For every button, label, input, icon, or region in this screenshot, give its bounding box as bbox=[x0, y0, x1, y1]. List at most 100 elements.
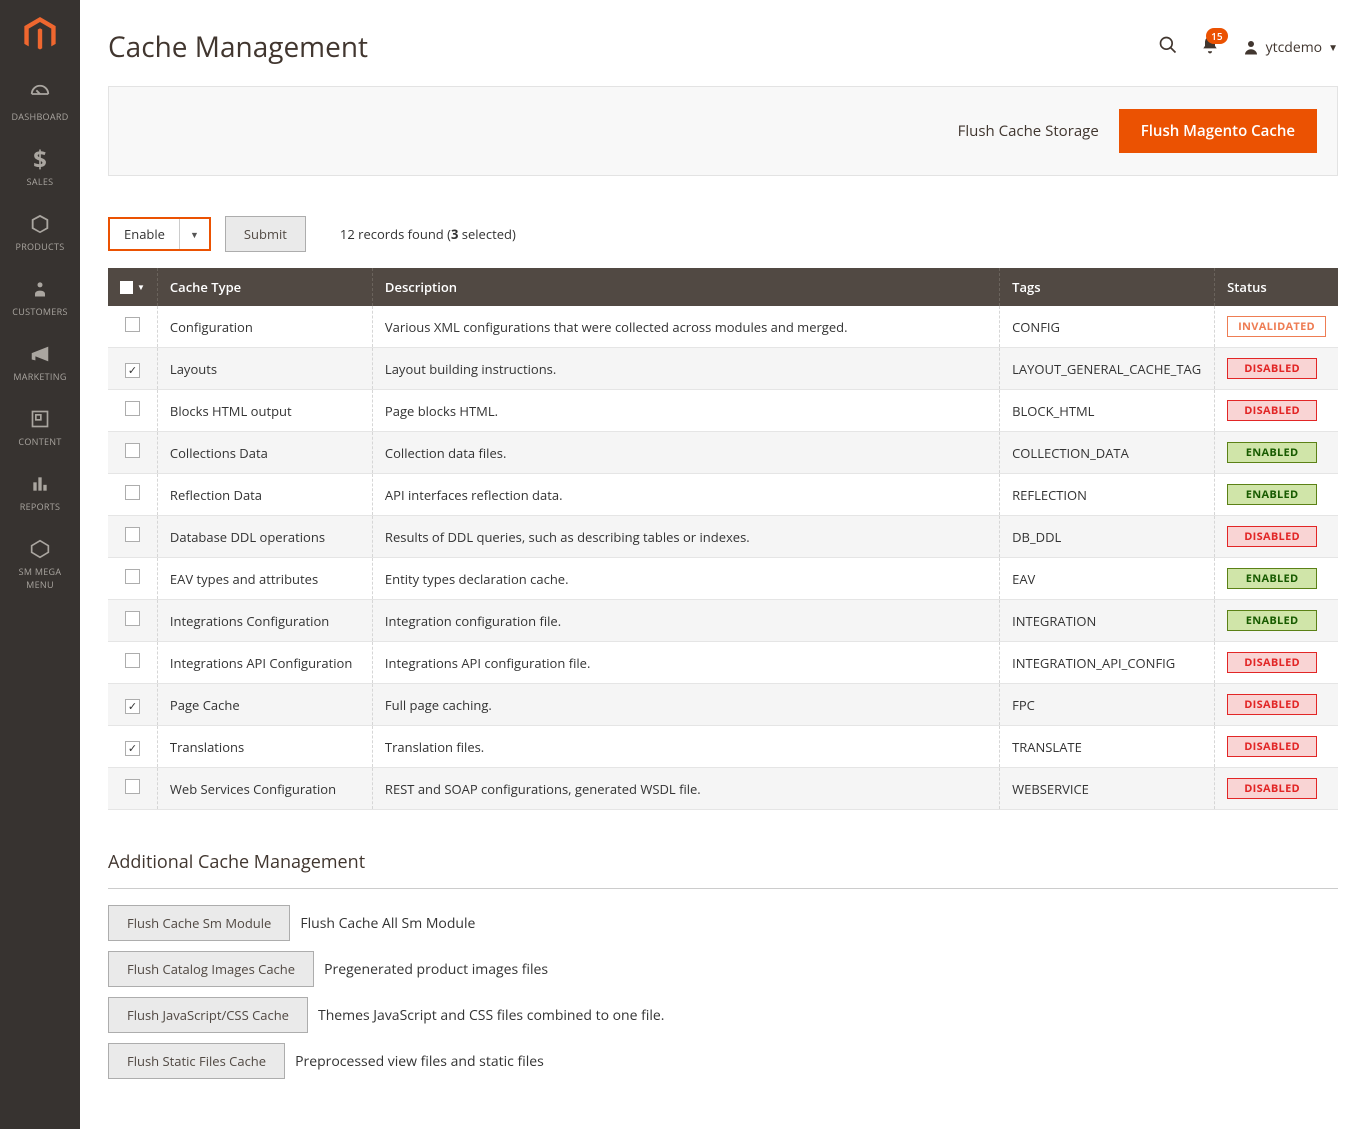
cell-tags: INTEGRATION_API_CONFIG bbox=[1000, 642, 1215, 684]
row-checkbox[interactable] bbox=[125, 653, 140, 668]
cell-description: REST and SOAP configurations, generated … bbox=[372, 768, 999, 810]
cell-cache-type: Blocks HTML output bbox=[157, 390, 372, 432]
nav-item-reports[interactable]: REPORTS bbox=[0, 460, 80, 525]
table-row: Integrations ConfigurationIntegration co… bbox=[108, 600, 1338, 642]
cell-tags: COLLECTION_DATA bbox=[1000, 432, 1215, 474]
nav-item-marketing[interactable]: MARKETING bbox=[0, 330, 80, 395]
username: ytcdemo bbox=[1266, 38, 1323, 57]
chevron-down-icon: ▼ bbox=[1328, 40, 1338, 54]
header-cache-type[interactable]: Cache Type bbox=[157, 268, 372, 306]
table-row: EAV types and attributesEntity types dec… bbox=[108, 558, 1338, 600]
flush-button[interactable]: Flush Catalog Images Cache bbox=[108, 951, 314, 987]
additional-cache-title: Additional Cache Management bbox=[108, 850, 1338, 889]
flush-description: Preprocessed view files and static files bbox=[295, 1052, 544, 1071]
row-checkbox[interactable] bbox=[125, 485, 140, 500]
massaction-select[interactable]: Enable ▼ bbox=[108, 217, 211, 251]
table-row: Integrations API ConfigurationIntegratio… bbox=[108, 642, 1338, 684]
cell-cache-type: Layouts bbox=[157, 348, 372, 390]
user-menu[interactable]: ytcdemo ▼ bbox=[1242, 38, 1338, 57]
header-status[interactable]: Status bbox=[1215, 268, 1338, 306]
cell-tags: FPC bbox=[1000, 684, 1215, 726]
header-tags[interactable]: Tags bbox=[1000, 268, 1215, 306]
header-description[interactable]: Description bbox=[372, 268, 999, 306]
row-checkbox[interactable] bbox=[125, 401, 140, 416]
grid-toolbar: Enable ▼ Submit 12 records found (3 sele… bbox=[108, 216, 1338, 252]
cell-cache-type: Translations bbox=[157, 726, 372, 768]
marketing-icon bbox=[29, 342, 51, 366]
nav-item-products[interactable]: PRODUCTS bbox=[0, 200, 80, 265]
status-badge: DISABLED bbox=[1227, 400, 1317, 421]
row-checkbox[interactable]: ✓ bbox=[125, 699, 140, 714]
flush-button[interactable]: Flush Cache Sm Module bbox=[108, 905, 290, 941]
row-checkbox[interactable]: ✓ bbox=[125, 741, 140, 756]
cell-description: Translation files. bbox=[372, 726, 999, 768]
status-badge: DISABLED bbox=[1227, 736, 1317, 757]
flush-description: Flush Cache All Sm Module bbox=[300, 914, 475, 933]
notifications-icon[interactable]: 15 bbox=[1200, 34, 1220, 61]
cache-grid: ▼ Cache Type Description Tags Status Con… bbox=[108, 268, 1338, 810]
main-content: Cache Management 15 ytcdemo ▼ Flush Cach… bbox=[80, 0, 1366, 1129]
nav-item-sales[interactable]: $SALES bbox=[0, 135, 80, 200]
table-row: ✓ TranslationsTranslation files.TRANSLATE… bbox=[108, 726, 1338, 768]
chevron-down-icon: ▼ bbox=[137, 282, 145, 293]
cell-description: Full page caching. bbox=[372, 684, 999, 726]
status-badge: ENABLED bbox=[1227, 610, 1317, 631]
flush-row: Flush Cache Sm Module Flush Cache All Sm … bbox=[108, 905, 1338, 941]
cell-tags: TRANSLATE bbox=[1000, 726, 1215, 768]
cell-description: Collection data files. bbox=[372, 432, 999, 474]
cell-cache-type: Collections Data bbox=[157, 432, 372, 474]
cell-cache-type: EAV types and attributes bbox=[157, 558, 372, 600]
top-actions: 15 ytcdemo ▼ bbox=[1158, 34, 1338, 61]
nav-item-smmegamenu[interactable]: SM MEGAMENU bbox=[0, 525, 80, 603]
submit-button[interactable]: Submit bbox=[225, 216, 306, 252]
smmegamenu-icon bbox=[30, 537, 50, 561]
nav-item-customers[interactable]: CUSTOMERS bbox=[0, 265, 80, 330]
cell-cache-type: Integrations API Configuration bbox=[157, 642, 372, 684]
row-checkbox[interactable]: ✓ bbox=[125, 363, 140, 378]
magento-logo[interactable] bbox=[0, 0, 80, 70]
flush-cache-storage-link[interactable]: Flush Cache Storage bbox=[958, 121, 1099, 141]
cell-description: Page blocks HTML. bbox=[372, 390, 999, 432]
admin-sidebar: DASHBOARD $SALES PRODUCTS CUSTOMERS MARKETIN… bbox=[0, 0, 80, 1129]
row-checkbox[interactable] bbox=[125, 779, 140, 794]
user-icon bbox=[1242, 38, 1260, 56]
nav-label: DASHBOARD bbox=[11, 110, 68, 123]
flush-button[interactable]: Flush Static Files Cache bbox=[108, 1043, 285, 1079]
row-checkbox[interactable] bbox=[125, 569, 140, 584]
status-badge: INVALIDATED bbox=[1227, 316, 1326, 337]
cell-tags: DB_DDL bbox=[1000, 516, 1215, 558]
title-actions-bar: Flush Cache Storage Flush Magento Cache bbox=[108, 86, 1338, 176]
table-row: ✓Page CacheFull page caching.FPCDISABLED bbox=[108, 684, 1338, 726]
status-badge: DISABLED bbox=[1227, 778, 1317, 799]
row-checkbox[interactable] bbox=[125, 443, 140, 458]
nav-label: MARKETING bbox=[13, 370, 66, 383]
cell-description: Entity types declaration cache. bbox=[372, 558, 999, 600]
row-checkbox[interactable] bbox=[125, 611, 140, 626]
flush-magento-cache-button[interactable]: Flush Magento Cache bbox=[1119, 109, 1317, 153]
nav-item-dashboard[interactable]: DASHBOARD bbox=[0, 70, 80, 135]
select-all-checkbox[interactable] bbox=[120, 281, 133, 294]
page-title: Cache Management bbox=[108, 28, 368, 66]
row-checkbox[interactable] bbox=[125, 317, 140, 332]
cell-cache-type: Web Services Configuration bbox=[157, 768, 372, 810]
cell-description: Integration configuration file. bbox=[372, 600, 999, 642]
status-badge: ENABLED bbox=[1227, 484, 1317, 505]
products-icon bbox=[29, 212, 51, 236]
nav-item-content[interactable]: CONTENT bbox=[0, 395, 80, 460]
flush-button[interactable]: Flush JavaScript/CSS Cache bbox=[108, 997, 308, 1033]
cell-cache-type: Configuration bbox=[157, 306, 372, 348]
records-found-text: 12 records found (3 selected) bbox=[340, 225, 516, 243]
header-select-all[interactable]: ▼ bbox=[108, 268, 157, 306]
sales-icon: $ bbox=[33, 147, 47, 171]
nav-label: PRODUCTS bbox=[15, 240, 64, 253]
chevron-down-icon[interactable]: ▼ bbox=[180, 219, 209, 249]
row-checkbox[interactable] bbox=[125, 527, 140, 542]
table-row: ConfigurationVarious XML configurations … bbox=[108, 306, 1338, 348]
status-badge: DISABLED bbox=[1227, 358, 1317, 379]
table-row: Blocks HTML outputPage blocks HTML.BLOCK… bbox=[108, 390, 1338, 432]
table-row: Database DDL operationsResults of DDL qu… bbox=[108, 516, 1338, 558]
cell-tags: REFLECTION bbox=[1000, 474, 1215, 516]
search-icon[interactable] bbox=[1158, 34, 1178, 61]
massaction-label: Enable bbox=[110, 219, 180, 249]
cell-cache-type: Integrations Configuration bbox=[157, 600, 372, 642]
